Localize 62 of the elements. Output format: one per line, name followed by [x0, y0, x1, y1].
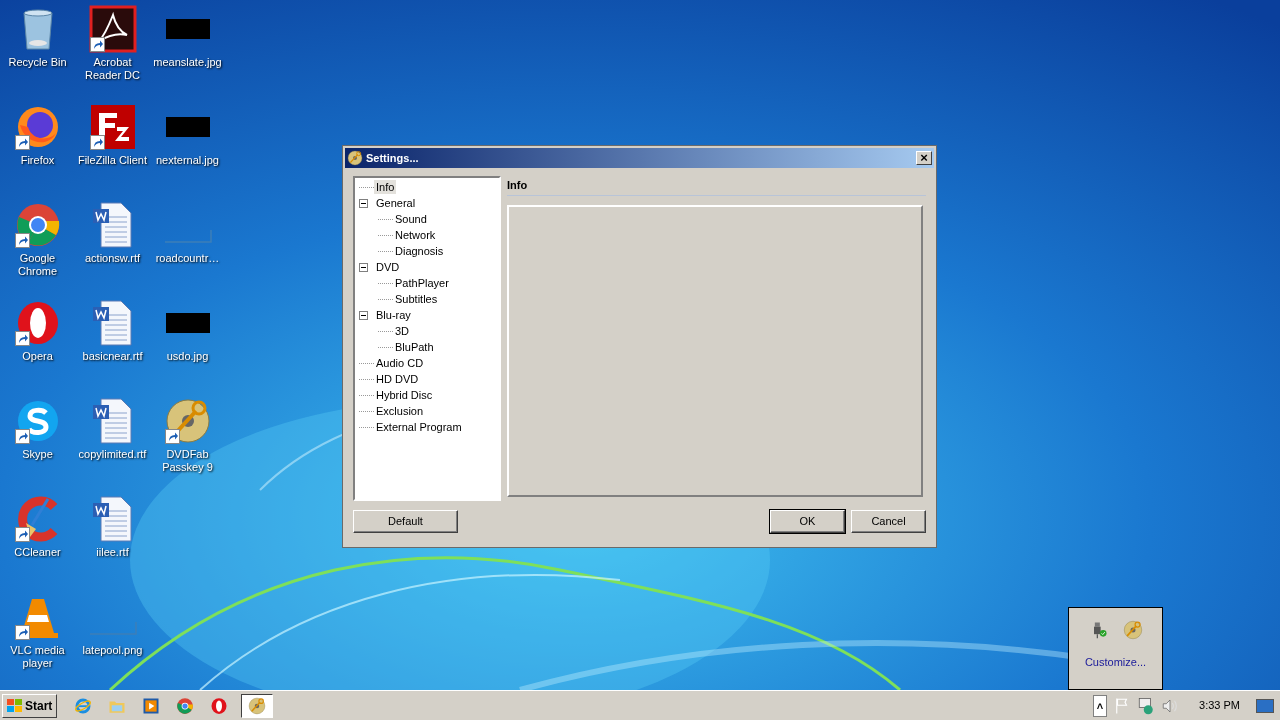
disc-key-icon — [1122, 620, 1143, 640]
image-file-icon — [163, 229, 212, 243]
tree-item[interactable]: HD DVD — [374, 372, 421, 386]
tree-item[interactable]: BluPath — [393, 340, 436, 354]
disc-key-icon — [347, 150, 363, 166]
tree-item[interactable]: 3D — [393, 324, 412, 338]
collapse-box[interactable] — [359, 310, 368, 320]
start-button[interactable]: Start — [2, 693, 58, 718]
desktop-icon-label[interactable]: VLC media player — [0, 644, 75, 670]
desktop-icon-label[interactable]: meanslate.jpg — [150, 56, 225, 69]
tree-item[interactable]: Sound — [393, 212, 429, 226]
tree-item[interactable]: General — [374, 196, 418, 210]
internet-explorer-icon — [74, 696, 93, 715]
pdf-app-icon — [88, 5, 137, 53]
desktop-icon-label[interactable]: Recycle Bin — [0, 56, 75, 69]
show-desktop-icon[interactable] — [1256, 698, 1274, 713]
tree-item[interactable]: Diagnosis — [393, 244, 446, 258]
taskbar-app-button[interactable] — [241, 693, 274, 718]
chrome-icon — [176, 696, 195, 715]
media-player-icon — [142, 696, 161, 715]
panel-title: Info — [507, 178, 528, 194]
desktop-icon-label[interactable]: latepool.png — [75, 644, 150, 657]
collapse-box[interactable] — [359, 198, 368, 208]
desktop-icon-label[interactable]: iilee.rtf — [75, 546, 150, 559]
desktop-icon-label[interactable]: Firefox — [0, 154, 75, 167]
desktop-icon-label[interactable]: Skype — [0, 448, 75, 461]
desktop-icon-label[interactable]: usdo.jpg — [150, 350, 225, 363]
desktop-icon-label[interactable]: Acrobat Reader DC — [75, 56, 150, 82]
desktop-icon-label[interactable]: CCleaner — [0, 546, 75, 559]
customize-link[interactable]: Customize... — [1084, 654, 1147, 671]
network-icon — [1137, 696, 1156, 715]
tree-item[interactable]: Blu-ray — [374, 308, 413, 322]
desktop-icon-label[interactable]: Opera — [0, 350, 75, 363]
desktop-icon-label[interactable]: copylimited.rtf — [75, 448, 150, 461]
tree-item[interactable]: DVD — [374, 260, 402, 274]
image-file-icon — [88, 621, 137, 635]
disc-key-icon — [248, 696, 267, 715]
windows-logo-icon — [7, 698, 23, 713]
close-button[interactable]: × — [916, 151, 932, 165]
ok-button[interactable]: OK — [770, 510, 845, 533]
desktop-icon-label[interactable]: nexternal.jpg — [150, 154, 225, 167]
show-hidden-icons-button[interactable]: ˄ — [1093, 694, 1108, 717]
window-title: Settings... — [366, 150, 419, 166]
tree-item[interactable]: PathPlayer — [393, 276, 451, 290]
cancel-button[interactable]: Cancel — [851, 510, 926, 533]
default-button[interactable]: Default — [353, 510, 458, 533]
collapse-box[interactable] — [359, 262, 368, 272]
desktop-icon-label[interactable]: DVDFab Passkey 9 — [150, 448, 225, 474]
tree-item[interactable]: Exclusion — [374, 404, 426, 418]
desktop-icon-label[interactable]: roadcountr… — [150, 252, 225, 265]
tree-item[interactable]: Network — [393, 228, 438, 242]
desktop-icon-label[interactable]: basicnear.rtf — [75, 350, 150, 363]
desktop-icon-label[interactable]: FileZilla Client — [75, 154, 150, 167]
tree-item[interactable]: Audio CD — [374, 356, 426, 370]
tree-item[interactable]: Hybrid Disc — [374, 388, 435, 402]
desktop-icon-label[interactable]: actionsw.rtf — [75, 252, 150, 265]
desktop-icon-label[interactable]: Google Chrome — [0, 252, 75, 278]
tree-item[interactable]: External Program — [374, 420, 464, 434]
opera-icon — [210, 696, 229, 715]
tree-item[interactable]: Info — [374, 180, 397, 194]
clock[interactable]: 3:33 PM — [1199, 697, 1240, 714]
tree-item[interactable]: Subtitles — [393, 292, 440, 306]
